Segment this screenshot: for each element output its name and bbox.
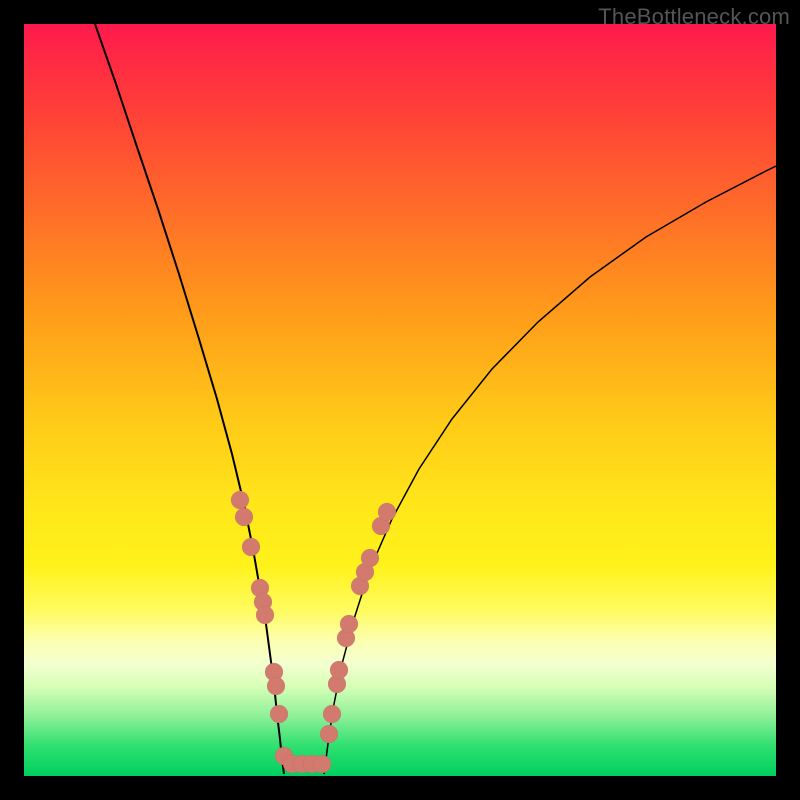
marker-dot — [267, 677, 285, 695]
marker-dot — [323, 705, 341, 723]
watermark-text: TheBottleneck.com — [598, 4, 790, 30]
marker-dot — [340, 615, 358, 633]
plot-area — [24, 24, 776, 776]
chart-svg — [24, 24, 776, 776]
marker-dot — [235, 508, 253, 526]
marker-dot — [320, 725, 338, 743]
marker-dot — [313, 755, 331, 773]
right-curve — [324, 166, 776, 774]
marker-dot — [242, 538, 260, 556]
marker-dot — [361, 549, 379, 567]
marker-dot — [231, 491, 249, 509]
marker-dot — [256, 606, 274, 624]
chart-frame: TheBottleneck.com — [0, 0, 800, 800]
marker-dot — [330, 661, 348, 679]
left-curve — [95, 24, 284, 774]
marker-group — [231, 491, 396, 773]
marker-dot — [378, 503, 396, 521]
marker-dot — [270, 705, 288, 723]
